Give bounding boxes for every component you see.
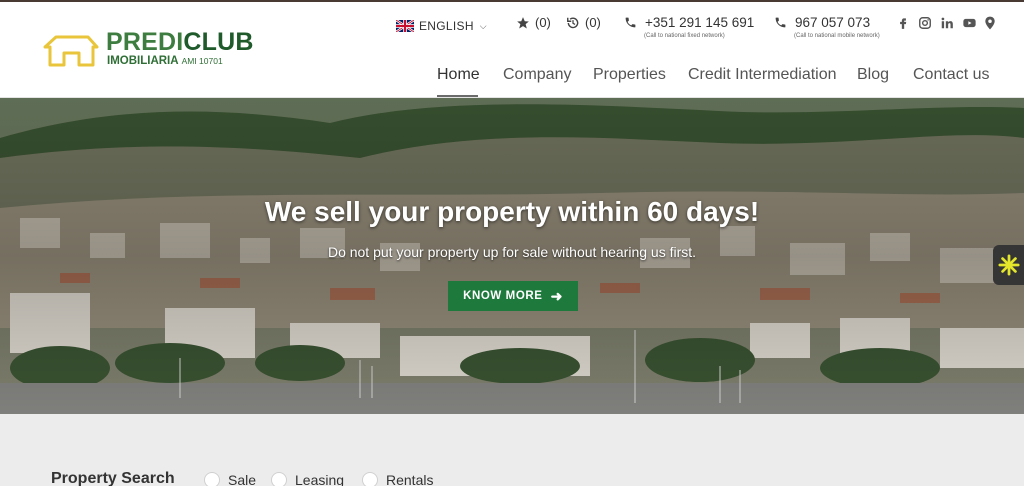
radio-button[interactable]: [204, 472, 220, 486]
brand-logo[interactable]: PREDICLUB IMOBILIARIA AMI 10701: [42, 28, 254, 75]
house-logo-icon: [43, 35, 99, 67]
nav-contact-us[interactable]: Contact us: [913, 66, 989, 84]
chevron-down-icon: ⌵: [479, 20, 487, 31]
history-link[interactable]: (0): [566, 15, 601, 30]
nav-blog[interactable]: Blog: [857, 66, 889, 84]
phone-number: 967 057 073: [795, 15, 871, 30]
youtube-icon[interactable]: [962, 16, 976, 30]
social-links: [896, 16, 998, 30]
license-number: AMI 10701: [181, 56, 223, 66]
radio-leasing[interactable]: Leasing: [271, 472, 344, 486]
accessibility-widget[interactable]: [993, 245, 1024, 285]
site-header: PREDICLUB IMOBILIARIA AMI 10701 ENGLISH ⌵…: [0, 2, 1024, 98]
instagram-icon[interactable]: [918, 16, 932, 30]
radio-label: Rentals: [386, 472, 434, 486]
phone-number: +351 291 145 691: [645, 15, 755, 30]
nav-credit-intermediation[interactable]: Credit Intermediation: [688, 66, 837, 84]
radio-label: Sale: [228, 472, 257, 486]
know-more-button[interactable]: KNOW MORE ➜: [448, 281, 578, 311]
arrow-right-icon: ➜: [550, 287, 563, 304]
star-icon: [517, 16, 529, 29]
phone-note: (Call to national mobile network): [794, 33, 880, 39]
property-search-section: Property Search Sale Leasing Rentals: [0, 414, 1024, 486]
radio-button[interactable]: [362, 472, 378, 486]
favorites-link[interactable]: (0): [516, 15, 551, 30]
asterisk-flower-icon: [997, 254, 1020, 276]
location-pin-icon[interactable]: [984, 16, 998, 30]
brand-subtitle: IMOBILIARIA AMI 10701: [107, 55, 223, 67]
radio-label: Leasing: [295, 472, 345, 486]
radio-button[interactable]: [271, 472, 287, 486]
brand-name: PREDICLUB: [106, 28, 254, 56]
nav-home[interactable]: Home: [437, 66, 480, 84]
language-selector[interactable]: ENGLISH ⌵: [396, 18, 487, 34]
nav-company[interactable]: Company: [503, 66, 571, 84]
hero-subtitle: Do not put your property up for sale wit…: [327, 244, 697, 260]
uk-flag-icon: [396, 20, 414, 32]
know-more-label: KNOW MORE: [463, 290, 543, 302]
phone-mobile[interactable]: 967 057 073 (Call to national mobile net…: [774, 15, 880, 39]
phone-fixed[interactable]: +351 291 145 691 (Call to national fixed…: [624, 15, 754, 39]
hero-banner: We sell your property within 60 days! Do…: [0, 98, 1024, 414]
radio-rentals[interactable]: Rentals: [362, 472, 433, 486]
history-icon: [567, 17, 579, 28]
facebook-icon[interactable]: [896, 16, 910, 30]
property-search-title: Property Search: [51, 470, 175, 486]
hero-title: We sell your property within 60 days!: [264, 196, 760, 227]
nav-properties[interactable]: Properties: [593, 66, 666, 84]
favorites-count: (0): [535, 15, 551, 30]
phone-icon: [625, 17, 636, 28]
language-label: ENGLISH: [419, 19, 474, 33]
linkedin-icon[interactable]: [940, 16, 954, 30]
phone-icon: [775, 17, 786, 28]
phone-note: (Call to national fixed network): [644, 33, 725, 39]
active-nav-indicator: [437, 95, 478, 97]
history-count: (0): [585, 15, 601, 30]
radio-sale[interactable]: Sale: [204, 472, 256, 486]
